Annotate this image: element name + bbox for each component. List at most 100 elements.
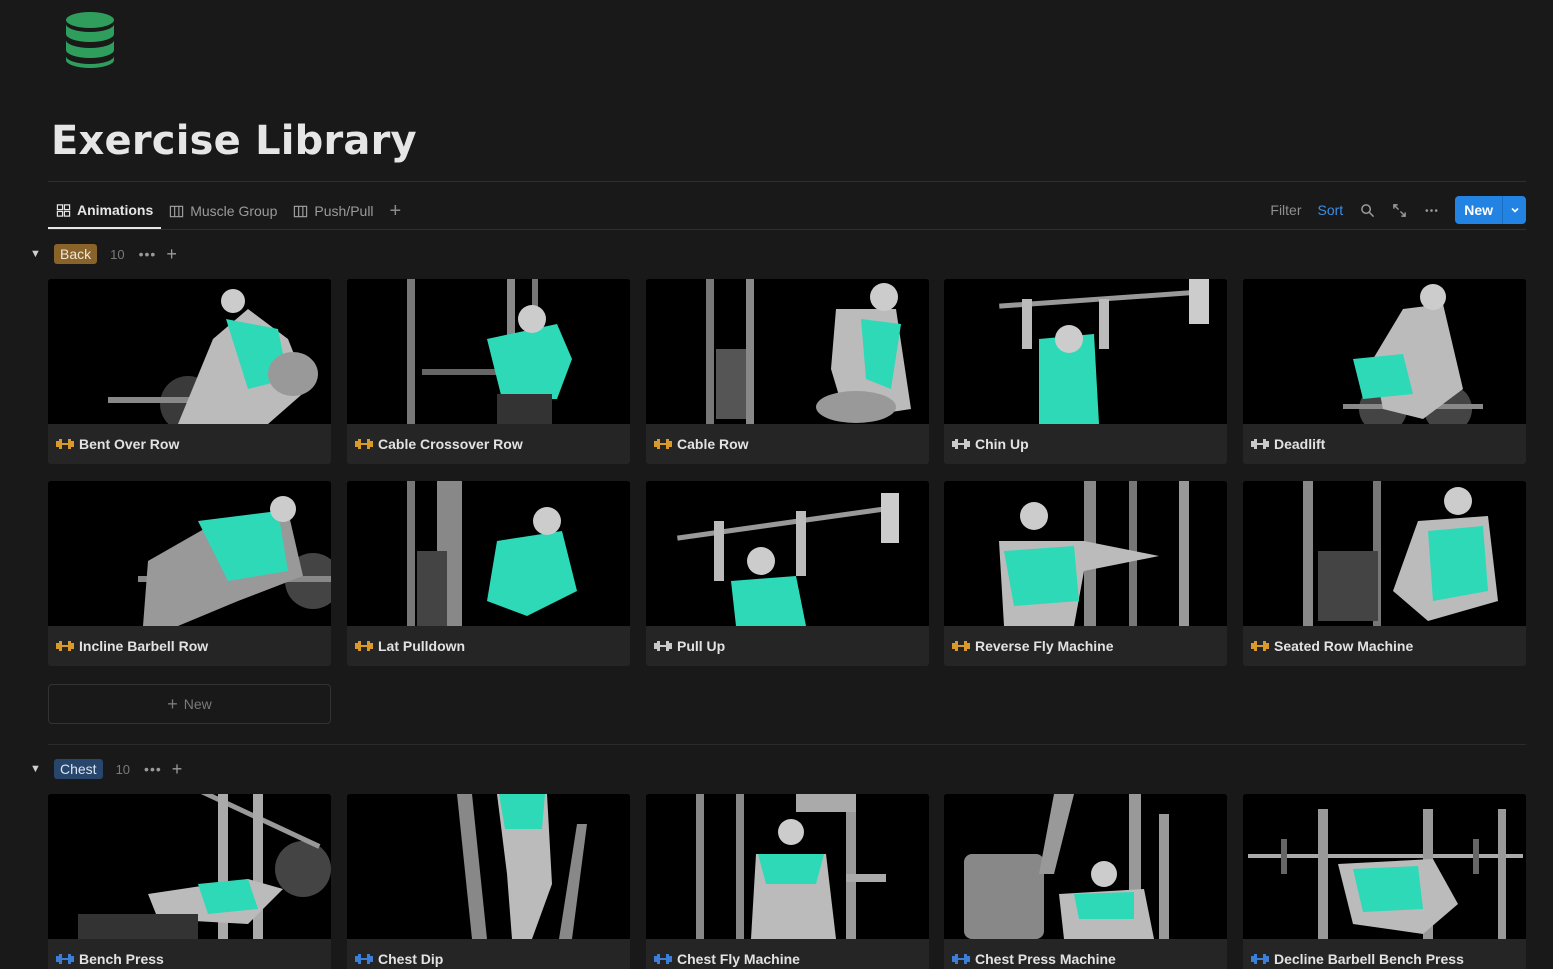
exercise-animation-image (347, 279, 630, 424)
gallery-card[interactable]: Reverse Fly Machine (944, 481, 1227, 666)
dumbbell-icon (952, 439, 970, 449)
add-icon[interactable]: + (172, 760, 183, 778)
add-card-label: New (183, 696, 212, 712)
board-icon (170, 205, 184, 217)
view-tabs: Animations Muscle Group Push/Pull + (48, 192, 409, 230)
gallery-card[interactable]: Cable Row (646, 279, 929, 464)
more-icon[interactable]: ••• (139, 246, 157, 262)
card-title: Decline Barbell Bench Press (1243, 939, 1526, 969)
tab-muscle-group[interactable]: Muscle Group (161, 193, 285, 229)
more-icon[interactable]: ••• (144, 761, 162, 777)
exercise-animation-image (646, 794, 929, 939)
exercise-animation-image (646, 279, 929, 424)
tab-label: Push/Pull (314, 203, 374, 219)
tab-push-pull[interactable]: Push/Pull (285, 193, 381, 229)
gallery-card[interactable]: Chin Up (944, 279, 1227, 464)
card-title: Cable Row (646, 424, 929, 464)
filter-button[interactable]: Filter (1264, 202, 1307, 218)
card-title: Reverse Fly Machine (944, 626, 1227, 666)
card-title: Bent Over Row (48, 424, 331, 464)
card-title-text: Decline Barbell Bench Press (1274, 951, 1464, 967)
add-view-button[interactable]: + (382, 201, 410, 221)
new-button[interactable]: New (1455, 196, 1502, 224)
card-title-text: Chest Fly Machine (677, 951, 800, 967)
gallery-card[interactable]: Chest Fly Machine (646, 794, 929, 969)
gallery-card[interactable]: Lat Pulldown (347, 481, 630, 666)
exercise-animation-image (1243, 279, 1526, 424)
dumbbell-icon (355, 439, 373, 449)
group-header-chest: ▼ Chest 10 ••• + (30, 758, 182, 780)
card-title-text: Cable Row (677, 436, 749, 452)
card-title-text: Chest Press Machine (975, 951, 1116, 967)
tab-label: Muscle Group (190, 203, 278, 219)
gallery-card[interactable]: Decline Barbell Bench Press (1243, 794, 1526, 969)
toggle-triangle-icon[interactable]: ▼ (30, 248, 44, 260)
board-icon (294, 205, 308, 217)
dumbbell-icon (1251, 954, 1269, 964)
card-title-text: Seated Row Machine (1274, 638, 1414, 654)
gallery-card[interactable]: Incline Barbell Row (48, 481, 331, 666)
card-title-text: Bench Press (79, 951, 164, 967)
add-card-button[interactable]: + New (48, 684, 331, 724)
card-title: Chest Dip (347, 939, 630, 969)
exercise-animation-image (347, 481, 630, 626)
card-title: Bench Press (48, 939, 331, 969)
exercise-animation-image (347, 794, 630, 939)
card-title-text: Bent Over Row (79, 436, 180, 452)
gallery-card[interactable]: Chest Dip (347, 794, 630, 969)
card-title-text: Chest Dip (378, 951, 444, 967)
page-title: Exercise Library (51, 118, 417, 164)
dumbbell-icon (1251, 641, 1269, 651)
card-title-text: Lat Pulldown (378, 638, 466, 654)
card-title-text: Reverse Fly Machine (975, 638, 1114, 654)
dumbbell-icon (56, 954, 74, 964)
chevron-down-icon[interactable] (1502, 196, 1526, 224)
toggle-triangle-icon[interactable]: ▼ (30, 763, 44, 775)
card-title-text: Chin Up (975, 436, 1029, 452)
gallery-card[interactable]: Seated Row Machine (1243, 481, 1526, 666)
card-title: Chest Fly Machine (646, 939, 929, 969)
gallery-card[interactable]: Pull Up (646, 481, 929, 666)
plus-icon: + (167, 693, 178, 714)
exercise-animation-image (944, 279, 1227, 424)
card-title: Cable Crossover Row (347, 424, 630, 464)
divider (48, 181, 1526, 182)
more-icon[interactable] (1417, 196, 1445, 224)
exercise-animation-image (48, 794, 331, 939)
search-icon[interactable] (1353, 196, 1381, 224)
card-title: Pull Up (646, 626, 929, 666)
card-title-text: Incline Barbell Row (79, 638, 209, 654)
tab-animations[interactable]: Animations (48, 193, 162, 229)
expand-icon[interactable] (1385, 196, 1413, 224)
card-title: Chest Press Machine (944, 939, 1227, 969)
group-count: 10 (115, 761, 131, 777)
gallery-card[interactable]: Bench Press (48, 794, 331, 969)
group-tag: Back (54, 244, 98, 264)
gallery-card[interactable]: Chest Press Machine (944, 794, 1227, 969)
group-tag: Chest (54, 759, 103, 779)
gallery-card[interactable]: Deadlift (1243, 279, 1526, 464)
exercise-animation-image (1243, 481, 1526, 626)
add-icon[interactable]: + (166, 245, 177, 263)
gallery-card[interactable]: Bent Over Row (48, 279, 331, 464)
card-title: Incline Barbell Row (48, 626, 331, 666)
toolbar: Filter Sort New (1264, 196, 1526, 224)
card-title: Lat Pulldown (347, 626, 630, 666)
exercise-animation-image (48, 279, 331, 424)
gallery-card[interactable]: Cable Crossover Row (347, 279, 630, 464)
sort-button[interactable]: Sort (1312, 202, 1350, 218)
card-title-text: Deadlift (1274, 436, 1326, 452)
card-title-text: Cable Crossover Row (378, 436, 523, 452)
dumbbell-icon (56, 641, 74, 651)
dumbbell-icon (952, 641, 970, 651)
dumbbell-icon (355, 954, 373, 964)
group-count: 10 (110, 246, 125, 262)
card-title: Deadlift (1243, 424, 1526, 464)
tab-label: Animations (77, 202, 154, 218)
dumbbell-icon (654, 641, 672, 651)
dumbbell-icon (56, 439, 74, 449)
card-title: Chin Up (944, 424, 1227, 464)
exercise-animation-image (646, 481, 929, 626)
database-icon (62, 10, 118, 70)
exercise-animation-image (944, 481, 1227, 626)
